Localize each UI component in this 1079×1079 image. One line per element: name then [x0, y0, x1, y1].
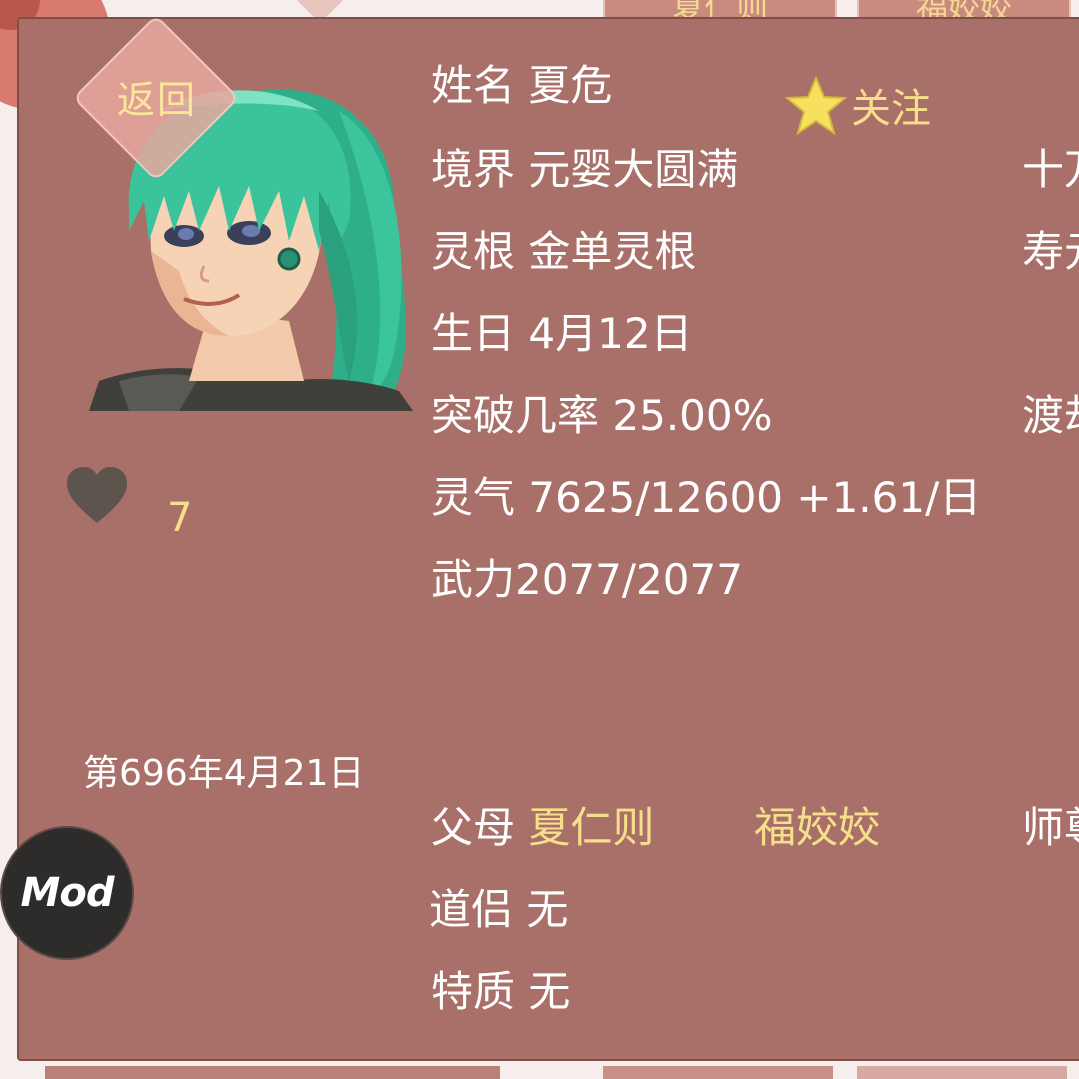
power-value: 2077/2077 [515, 555, 743, 604]
name-label: 姓名 [431, 61, 516, 110]
realm-label: 境界 [431, 145, 516, 194]
game-date: 第696年4月21日 [83, 753, 365, 794]
qi-label: 灵气 [431, 473, 516, 522]
mod-label[interactable]: Mod [21, 870, 115, 916]
right-column-cut-1: 十万 [1022, 145, 1079, 194]
partner-value: 无 [526, 885, 569, 934]
birthday-value: 4月12日 [528, 309, 693, 358]
realm-value: 元婴大圆满 [528, 145, 739, 194]
power-label: 武力 [431, 555, 516, 604]
realm-row: 境界 元婴大圆满 [431, 149, 738, 191]
power-row: 武力2077/2077 [431, 559, 743, 601]
breakthrough-row: 突破几率 25.00% [431, 395, 773, 437]
root-row: 灵根 金单灵根 [431, 231, 696, 273]
breakthrough-value: 25.00% [612, 391, 773, 440]
back-button-label[interactable]: 返回 [101, 69, 213, 124]
father-link[interactable]: 夏仁则 [528, 803, 654, 852]
star-icon [785, 75, 847, 135]
partner-row: 道侣 无 [429, 889, 568, 931]
breakthrough-label: 突破几率 [431, 391, 600, 440]
right-column-cut-2: 寿元 [1022, 227, 1079, 276]
partner-label: 道侣 [429, 885, 514, 934]
heart-icon [65, 465, 129, 529]
name-value: 夏危 [528, 61, 613, 110]
name-row: 姓名 夏危 [431, 65, 612, 107]
follow-button[interactable]: 关注 [785, 75, 931, 135]
parents-label: 父母 [431, 803, 516, 852]
favor-count: 7 [167, 495, 193, 541]
birthday-row: 生日 4月12日 [431, 313, 693, 355]
background-bottom-card [603, 1066, 833, 1079]
root-label: 灵根 [431, 227, 516, 276]
mod-button[interactable]: Mod [0, 826, 134, 960]
background-bottom-strip [45, 1066, 500, 1079]
root-value: 金单灵根 [528, 227, 697, 276]
right-column-cut-4: 师尊 [1022, 803, 1079, 852]
trait-label: 特质 [431, 967, 516, 1016]
qi-row: 灵气 7625/12600 +1.61/日 [431, 477, 981, 519]
trait-row: 特质 无 [431, 971, 570, 1013]
birthday-label: 生日 [431, 309, 516, 358]
parents-row: 父母 夏仁则 [431, 807, 654, 849]
follow-label[interactable]: 关注 [851, 76, 931, 134]
right-column-cut-3: 渡劫 [1022, 391, 1079, 440]
qi-value: 7625/12600 +1.61/日 [528, 473, 982, 522]
trait-value: 无 [528, 967, 571, 1016]
background-bottom-card [857, 1066, 1067, 1079]
character-info-panel: 返回 姓名 夏危 关注 境界 元婴大圆满 十万 灵根 金单灵根 寿元 生日 4月… [17, 14, 1079, 1061]
mother-link[interactable]: 福姣姣 [754, 807, 880, 849]
